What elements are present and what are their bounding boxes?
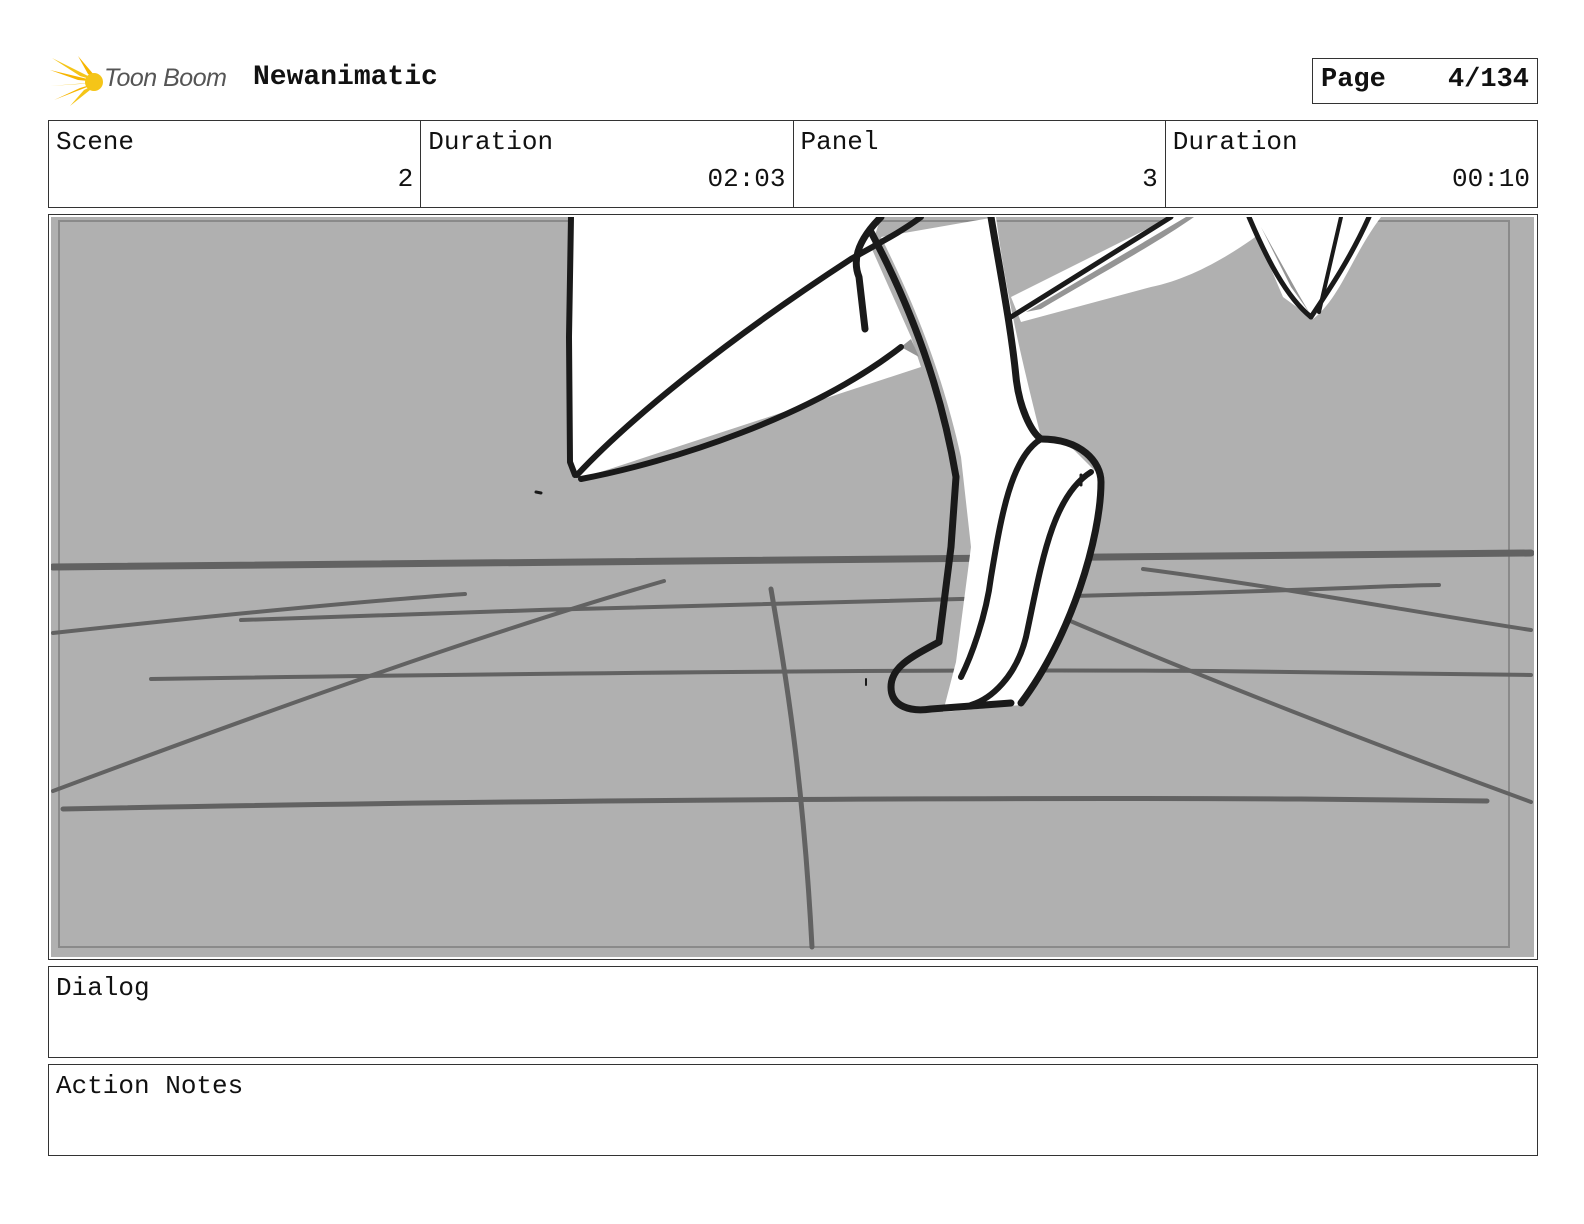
- scene-value: 2: [397, 164, 414, 194]
- scene-cell: Scene 2: [49, 121, 422, 207]
- action-notes-label: Action Notes: [56, 1071, 244, 1101]
- page-indicator: Page 4/134: [1312, 58, 1538, 104]
- page-label: Page: [1321, 65, 1386, 95]
- panel-frame: [48, 214, 1538, 960]
- action-notes-box[interactable]: Action Notes: [48, 1064, 1538, 1156]
- dialog-label: Dialog: [56, 973, 150, 1003]
- panel-label: Panel: [800, 127, 879, 157]
- panel-value: 3: [1142, 164, 1158, 194]
- logo-text: Toon Boom: [104, 64, 227, 92]
- panel-info-row: Scene 2 Duration 02:03 Panel 3 Duration …: [48, 120, 1538, 208]
- storyboard-sketch: [51, 217, 1534, 957]
- panel-duration-cell: Duration 00:10: [1166, 121, 1537, 207]
- scene-duration-value: 02:03: [707, 164, 786, 194]
- scene-duration-label: Duration: [428, 127, 554, 157]
- scene-label: Scene: [56, 127, 135, 157]
- dialog-box[interactable]: Dialog: [48, 966, 1538, 1058]
- project-title: Newanimatic: [253, 62, 438, 93]
- sunburst-logo-icon: [50, 56, 103, 106]
- panel-cell: Panel 3: [794, 121, 1166, 207]
- panel-duration-label: Duration: [1172, 127, 1298, 157]
- page-number: 4/134: [1447, 65, 1529, 95]
- panel-duration-value: 00:10: [1451, 164, 1530, 194]
- scene-duration-cell: Duration 02:03: [421, 121, 794, 207]
